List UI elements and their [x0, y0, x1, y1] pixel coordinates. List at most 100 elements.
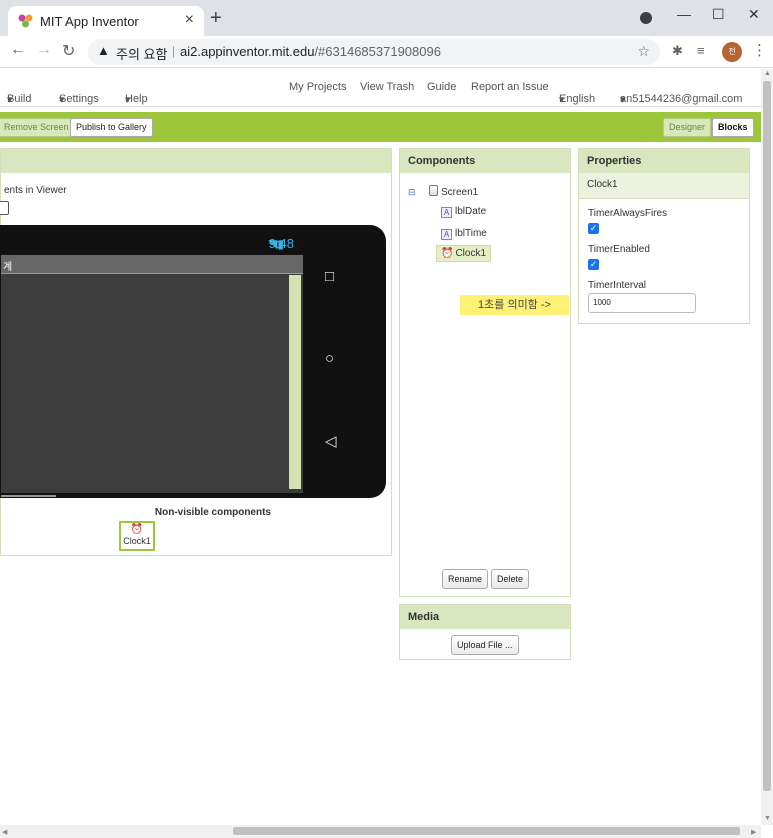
media-panel: Media Upload File ...: [399, 604, 571, 660]
screen-title-bar: 계: [1, 255, 303, 274]
app-inventor-favicon: [18, 14, 33, 28]
clock-icon: ⏰: [441, 248, 454, 259]
chevron-down-icon: ▾: [125, 94, 131, 106]
vertical-scroll-thumb[interactable]: [763, 81, 771, 791]
profile-avatar[interactable]: 전: [722, 42, 742, 62]
app-inventor-menu: Build ▾ Settings ▾ Help ▾ My Projects Vi…: [0, 69, 762, 107]
timer-enabled-checkbox[interactable]: ✓: [588, 259, 599, 270]
url-text[interactable]: ai2.appinventor.mit.edu/#631468537190809…: [180, 44, 441, 59]
tree-label: lblDate: [455, 206, 487, 217]
menu-my-projects[interactable]: My Projects: [289, 81, 346, 93]
components-panel: Components ⊟ Screen1 AlblDate AlblTime ⏰…: [399, 148, 571, 597]
url-host: ai2.appinventor.mit.edu: [180, 44, 315, 59]
selected-component-name: Clock1: [579, 173, 749, 199]
profile-indicator-icon[interactable]: [640, 12, 652, 24]
scroll-right-icon[interactable]: ▶: [751, 828, 756, 836]
reload-icon[interactable]: ↻: [62, 41, 75, 61]
new-tab-icon[interactable]: +: [210, 8, 222, 28]
menu-view-trash[interactable]: View Trash: [360, 81, 414, 93]
clock-icon: ⏰: [130, 524, 144, 535]
phone-status-bar: ◥▮ 9:48: [1, 233, 366, 257]
reading-list-icon[interactable]: ≡: [697, 43, 705, 58]
browser-tabstrip: MIT App Inventor × + — ☐ ✕: [0, 0, 773, 36]
blocks-button[interactable]: Blocks: [712, 118, 754, 137]
url-separator: |: [172, 44, 176, 58]
timer-always-fires-label: TimerAlwaysFires: [588, 208, 668, 219]
rename-button[interactable]: Rename: [442, 569, 489, 589]
tree-item-lbldate[interactable]: AlblDate: [441, 206, 486, 218]
chevron-down-icon: ▾: [59, 94, 65, 106]
chevron-down-icon: ▾: [559, 94, 565, 106]
maximize-icon[interactable]: ☐: [712, 6, 725, 23]
chevron-down-icon: ▾: [620, 94, 626, 106]
timer-interval-input[interactable]: 1000: [588, 293, 696, 313]
nonvisible-clock-item[interactable]: ⏰ Clock1: [119, 521, 155, 551]
bookmark-star-icon[interactable]: ☆: [637, 43, 650, 60]
chevron-down-icon: ▾: [7, 94, 13, 106]
back-arrow-icon[interactable]: ←: [10, 41, 26, 59]
url-fragment: /#6314685371908096: [314, 44, 441, 59]
properties-title: Properties: [579, 149, 749, 173]
scroll-up-icon[interactable]: ▲: [764, 70, 771, 77]
nonvisible-components-title: Non-visible components: [154, 507, 271, 518]
vertical-scrollbar[interactable]: ▲ ▼: [761, 69, 773, 825]
phone-screen[interactable]: 계: [1, 255, 303, 493]
browser-menu-icon[interactable]: ⋮: [752, 41, 767, 59]
security-warning-text[interactable]: 주의 요함: [116, 44, 167, 63]
warning-icon[interactable]: ▲: [97, 43, 110, 58]
designer-button[interactable]: Designer: [663, 118, 712, 137]
phone-bottom-line: [1, 495, 56, 497]
tree-item-clock1[interactable]: ⏰ Clock1: [436, 245, 492, 262]
annotation-note: 1초를 의미함 ->: [460, 295, 569, 315]
scroll-down-icon[interactable]: ▼: [764, 815, 771, 822]
minimize-icon[interactable]: —: [677, 6, 691, 22]
window-close-icon[interactable]: ✕: [748, 6, 760, 23]
menu-account-label: an51544236@gmail.com: [620, 93, 743, 105]
horizontal-scroll-thumb[interactable]: [233, 827, 740, 835]
tree-label: Screen1: [441, 187, 479, 198]
designer-toolbar: Remove Screen Publish to Gallery Designe…: [0, 112, 762, 142]
status-time: 9:48: [268, 236, 294, 251]
timer-enabled-label: TimerEnabled: [588, 244, 650, 255]
browser-toolbar: ← → ↻ ▲ 주의 요함 | ai2.appinventor.mit.edu/…: [0, 36, 773, 68]
screen-title: 계: [3, 262, 13, 273]
properties-panel: Properties Clock1 TimerAlwaysFires ✓ Tim…: [578, 148, 750, 324]
menu-guide[interactable]: Guide: [427, 81, 456, 93]
display-hidden-checkbox[interactable]: [0, 201, 9, 215]
display-hidden-label: ents in Viewer: [4, 185, 67, 196]
horizontal-scrollbar[interactable]: ◀ ▶: [0, 825, 761, 838]
close-tab-icon[interactable]: ×: [185, 11, 194, 29]
upload-file-button[interactable]: Upload File ...: [451, 635, 519, 655]
home-circle-icon: ○: [325, 350, 335, 367]
timer-always-fires-checkbox[interactable]: ✓: [588, 223, 599, 234]
timer-interval-label: TimerInterval: [588, 280, 646, 291]
remove-screen-button[interactable]: Remove Screen: [0, 118, 75, 137]
label-icon: A: [441, 229, 452, 240]
label-icon: A: [441, 207, 452, 218]
tree-item-screen1[interactable]: ⊟ Screen1: [408, 185, 478, 198]
viewer-header: [1, 149, 391, 173]
tree-label: lblTime: [455, 228, 487, 239]
components-title: Components: [400, 149, 570, 173]
nonvisible-clock-label: Clock1: [123, 536, 151, 546]
publish-gallery-button[interactable]: Publish to Gallery: [70, 118, 153, 137]
media-title: Media: [400, 605, 570, 629]
address-bar[interactable]: ▲ 주의 요함 | ai2.appinventor.mit.edu/#63146…: [88, 39, 660, 65]
tree-item-lbltime[interactable]: AlblTime: [441, 228, 487, 240]
scroll-left-icon[interactable]: ◀: [2, 828, 7, 836]
recent-apps-icon: □: [325, 268, 335, 285]
viewer-panel: ents in Viewer ◥▮ 9:48 계 □ ○ ◁ Non-visib…: [0, 148, 392, 556]
collapse-toggle-icon[interactable]: ⊟: [408, 187, 416, 198]
browser-tab[interactable]: MIT App Inventor ×: [8, 6, 204, 36]
phone-nav-bar: □ ○ ◁: [303, 255, 368, 493]
phone-preview: ◥▮ 9:48 계 □ ○ ◁: [0, 225, 386, 498]
back-triangle-icon: ◁: [325, 433, 337, 450]
screen-edge-highlight: [289, 275, 301, 489]
delete-button[interactable]: Delete: [491, 569, 530, 589]
forward-arrow-icon[interactable]: →: [36, 41, 52, 59]
screen-icon: [429, 185, 438, 196]
tab-title: MIT App Inventor: [40, 14, 139, 29]
extensions-puzzle-icon[interactable]: ✱: [672, 43, 683, 59]
tree-label: Clock1: [455, 248, 487, 259]
menu-report-issue[interactable]: Report an Issue: [471, 81, 549, 93]
